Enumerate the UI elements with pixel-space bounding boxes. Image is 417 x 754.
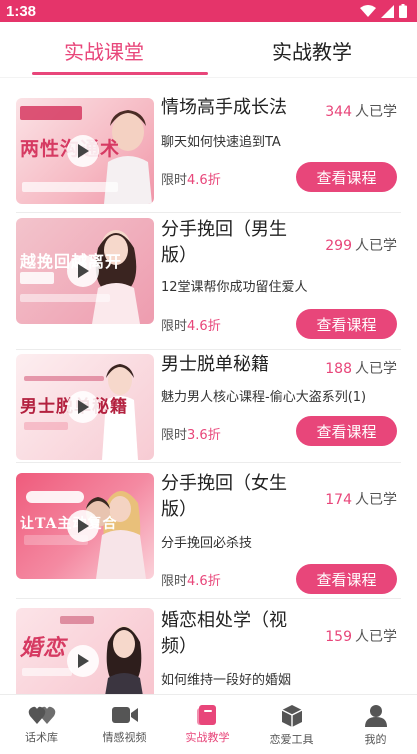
nav-item-emotional-video[interactable]: 情感视频	[83, 695, 166, 754]
tab-practical-teaching[interactable]: 实战教学	[208, 22, 416, 78]
learners-number: 299	[325, 238, 352, 254]
course-card[interactable]: 婚恋 婚恋相处学（视频） 159 人已学 如何维持一段好的婚姻	[0, 599, 417, 694]
play-button[interactable]	[67, 645, 99, 677]
price-prefix: 限时	[161, 428, 188, 443]
price-label: 限时3.6折	[161, 424, 221, 443]
course-thumbnail[interactable]: 两性沟通术	[16, 98, 154, 204]
learners-number: 174	[325, 492, 352, 508]
wifi-icon	[360, 4, 376, 17]
book-icon	[196, 705, 216, 725]
tab-practical-classroom[interactable]: 实战课堂	[0, 22, 208, 78]
course-title[interactable]: 分手挽回（男生版）	[161, 217, 311, 269]
price-label: 限时4.6折	[161, 570, 221, 589]
course-thumbnail[interactable]: 婚恋	[16, 608, 154, 694]
learners-suffix: 人已学	[355, 629, 397, 645]
status-time: 1:38	[6, 2, 37, 20]
status-bar: 1:38	[0, 0, 417, 22]
nav-label: 话术库	[25, 731, 58, 744]
learners-count: 174 人已学	[325, 489, 397, 509]
hearts-icon	[28, 706, 55, 724]
learners-number: 159	[325, 629, 352, 645]
course-list[interactable]: 两性沟通术 情场高手成长法 344人已学 聊天如何快速追到TA 限时4.6折 查…	[0, 78, 417, 694]
course-title[interactable]: 男士脱单秘籍	[161, 352, 321, 378]
course-subtitle: 如何维持一段好的婚姻	[161, 673, 292, 688]
learners-suffix: 人已学	[355, 238, 397, 254]
bottom-navigation: 话术库 情感视频 实战教学 恋爱工具 我的	[0, 694, 417, 754]
course-subtitle: 12堂课帮你成功留住爱人	[161, 280, 308, 295]
status-icons	[360, 4, 407, 18]
nav-item-love-tools[interactable]: 恋爱工具	[250, 695, 333, 754]
course-card[interactable]: 让TA主动复合 分手挽回（女生版） 174人已学 分手挽回必杀技 限时4.6折 …	[0, 463, 417, 599]
price-prefix: 限时	[161, 173, 188, 188]
price-prefix: 限时	[161, 319, 188, 334]
discount: 3.6折	[187, 428, 221, 443]
course-card[interactable]: 越挽回越离开 分手挽回（男生版） 299人已学 12堂课帮你成功留住爱人 限时4…	[0, 213, 417, 350]
nav-label: 恋爱工具	[269, 733, 314, 746]
discount: 4.6折	[187, 173, 221, 188]
course-card[interactable]: 男士脱单秘籍 男士脱单秘籍 188人已学 魅力男人核心课程-偷心大盗系列(1) …	[0, 350, 417, 463]
discount: 4.6折	[187, 574, 221, 589]
battery-icon	[399, 4, 407, 18]
course-thumbnail[interactable]: 越挽回越离开	[16, 218, 154, 324]
learners-suffix: 人已学	[355, 104, 397, 120]
view-course-button[interactable]: 查看课程	[296, 309, 397, 339]
view-course-button[interactable]: 查看课程	[296, 162, 397, 192]
learners-count: 344 人已学	[325, 101, 397, 121]
course-card[interactable]: 两性沟通术 情场高手成长法 344人已学 聊天如何快速追到TA 限时4.6折 查…	[0, 91, 417, 213]
cube-icon	[281, 705, 302, 727]
view-course-button[interactable]: 查看课程	[296, 416, 397, 446]
discount: 4.6折	[187, 319, 221, 334]
thumbnail-caption: 婚恋	[20, 635, 67, 661]
learners-count: 188 人已学	[325, 358, 397, 378]
course-subtitle: 魅力男人核心课程-偷心大盗系列(1)	[161, 390, 367, 405]
learners-suffix: 人已学	[355, 492, 397, 508]
play-icon	[78, 654, 89, 668]
view-course-button[interactable]: 查看课程	[296, 564, 397, 594]
price-label: 限时4.6折	[161, 315, 221, 334]
price-label: 限时4.6折	[161, 169, 221, 188]
nav-label: 我的	[364, 733, 387, 746]
nav-label: 情感视频	[102, 731, 147, 744]
learners-count: 159 人已学	[325, 626, 397, 646]
course-subtitle: 聊天如何快速追到TA	[161, 135, 281, 150]
price-prefix: 限时	[161, 574, 188, 589]
learners-count: 299 人已学	[325, 235, 397, 255]
learners-number: 188	[325, 361, 352, 377]
top-tabs: 实战课堂 实战教学	[0, 22, 417, 78]
play-icon	[78, 264, 89, 278]
course-title[interactable]: 分手挽回（女生版）	[161, 471, 311, 523]
play-button[interactable]	[67, 255, 99, 287]
course-thumbnail[interactable]: 让TA主动复合	[16, 473, 154, 579]
play-button[interactable]	[67, 391, 99, 423]
course-title[interactable]: 情场高手成长法	[161, 95, 321, 121]
nav-item-script-library[interactable]: 话术库	[0, 695, 83, 754]
learners-number: 344	[325, 104, 352, 120]
play-button[interactable]	[67, 510, 99, 542]
course-thumbnail[interactable]: 男士脱单秘籍	[16, 354, 154, 460]
play-button[interactable]	[67, 135, 99, 167]
active-tab-underline	[32, 72, 208, 75]
learners-suffix: 人已学	[355, 361, 397, 377]
play-icon	[78, 400, 89, 414]
video-camera-icon	[111, 707, 138, 723]
play-icon	[78, 519, 89, 533]
nav-label: 实战教学	[185, 731, 230, 744]
play-icon	[78, 144, 89, 158]
person-icon	[364, 705, 387, 727]
course-title[interactable]: 婚恋相处学（视频）	[161, 608, 311, 660]
nav-item-practical-teaching[interactable]: 实战教学	[166, 695, 249, 754]
course-subtitle: 分手挽回必杀技	[161, 536, 253, 551]
signal-icon	[381, 4, 394, 18]
nav-item-mine[interactable]: 我的	[334, 695, 417, 754]
